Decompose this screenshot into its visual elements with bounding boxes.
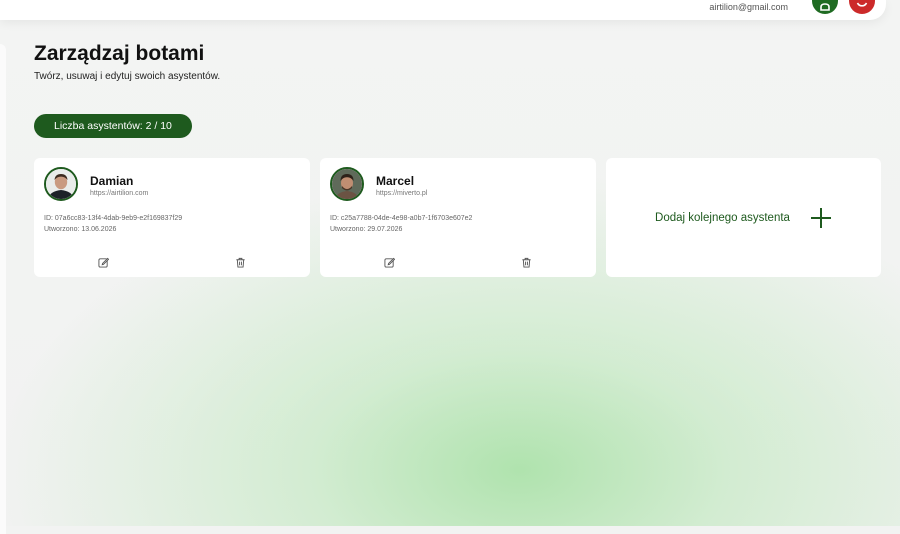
bot-id: ID: c25a7788-04de-4e98-a0b7-1f6703e607e2	[330, 215, 473, 222]
bot-avatar	[44, 167, 78, 201]
assistant-count-badge: Liczba asystentów: 2 / 10	[34, 114, 192, 138]
plus-icon	[810, 207, 831, 228]
edit-bot-button[interactable]	[97, 256, 109, 268]
bot-url[interactable]: https://airtilion.com	[90, 190, 148, 197]
edit-bot-button[interactable]	[383, 256, 395, 268]
page-subtitle: Twórz, usuwaj i edytuj swoich asystentów…	[34, 71, 221, 82]
top-bar: airtilion@gmail.com	[0, 0, 886, 20]
user-icon	[820, 3, 830, 11]
trash-icon	[521, 257, 531, 268]
bot-url[interactable]: https://miverto.pl	[376, 190, 427, 197]
bot-created-date: Utworzono: 13.06.2026	[44, 226, 117, 233]
sidebar-edge	[0, 44, 6, 534]
edit-icon	[97, 257, 109, 268]
bot-name: Marcel	[376, 174, 415, 188]
add-assistant-label: Dodaj kolejnego asystenta	[655, 211, 790, 224]
delete-bot-button[interactable]	[520, 256, 532, 268]
add-assistant-card[interactable]: Dodaj kolejnego asystenta	[606, 158, 881, 277]
bot-id: ID: 07a6cc83-13f4-4dab-9eb9-e2f169837f29	[44, 215, 183, 222]
page-title: Zarządzaj botami	[34, 42, 205, 65]
power-icon	[856, 2, 868, 7]
edit-icon	[383, 257, 395, 268]
bot-avatar	[330, 167, 364, 201]
logout-button[interactable]	[849, 0, 875, 14]
delete-bot-button[interactable]	[234, 256, 246, 268]
user-menu-button[interactable]	[812, 0, 838, 14]
bot-created-date: Utworzono: 29.07.2026	[330, 226, 403, 233]
bot-card[interactable]: Marcel https://miverto.pl ID: c25a7788-0…	[320, 158, 596, 277]
user-email: airtilion@gmail.com	[709, 2, 788, 12]
bot-card[interactable]: Damian https://airtilion.com ID: 07a6cc8…	[34, 158, 310, 277]
trash-icon	[235, 257, 245, 268]
bot-name: Damian	[90, 174, 134, 188]
